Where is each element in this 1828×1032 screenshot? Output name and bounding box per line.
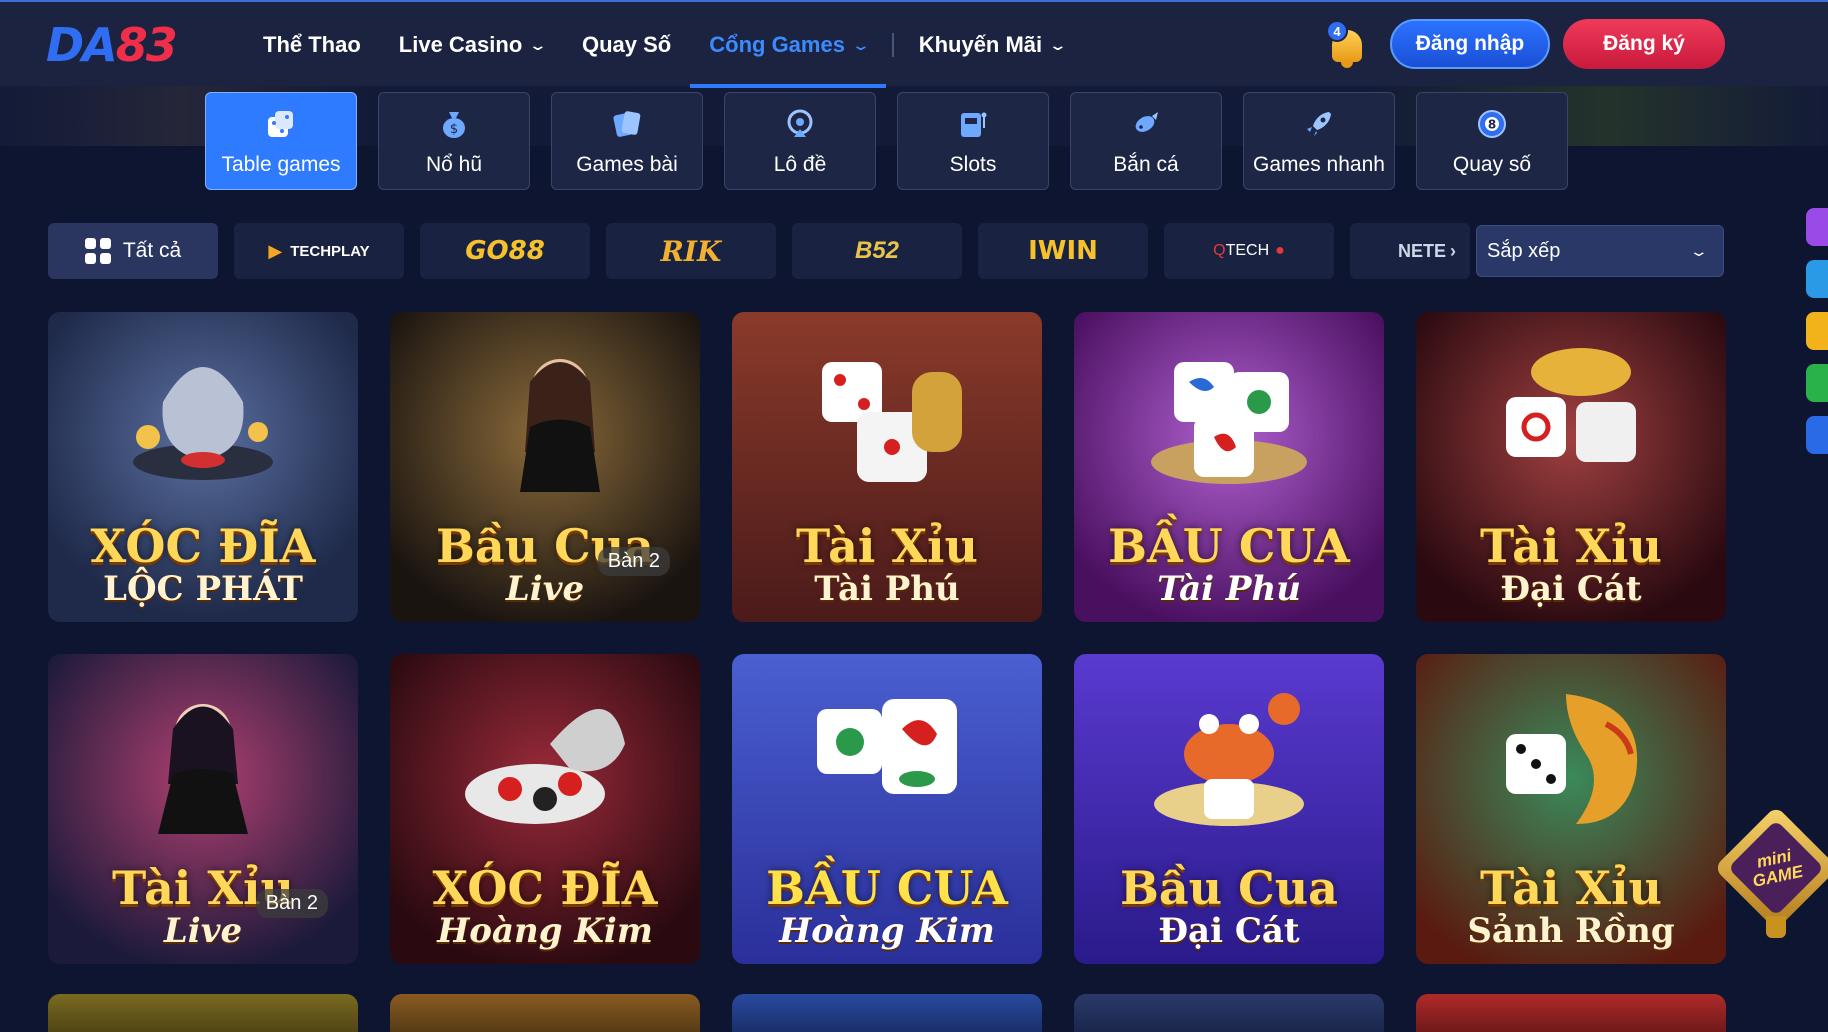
dice-art — [822, 362, 962, 482]
paw-icon: ● — [1275, 242, 1285, 259]
bowl-art — [133, 367, 273, 480]
sort-dropdown[interactable]: Sắp xếp ⌄ — [1476, 225, 1724, 277]
lottery-wheel-icon — [783, 107, 817, 141]
game-card-tai-xiu-tai-phu[interactable]: Tài Xỉu Tài Phú — [732, 312, 1042, 622]
provider-rik[interactable]: RIK — [606, 223, 776, 279]
tab-games-nhanh[interactable]: Games nhanh — [1243, 92, 1395, 190]
dice-bowl-art — [1506, 348, 1636, 462]
provider-go88[interactable]: GO88 — [420, 223, 590, 279]
ball-8-icon: 8 — [1475, 107, 1509, 141]
table-badge: Bàn 2 — [597, 547, 670, 576]
chevron-down-icon: ⌄ — [851, 36, 871, 53]
chevron-down-icon: ⌄ — [1689, 242, 1710, 259]
chevron-down-icon: ⌄ — [1048, 36, 1068, 53]
game-card-partial[interactable] — [1416, 994, 1726, 1032]
game-card-partial[interactable] — [732, 994, 1042, 1032]
game-card-bau-cua-dai-cat[interactable]: Bầu Cua Đại Cát — [1074, 654, 1384, 964]
techplay-logo-icon: ▶ — [268, 240, 283, 261]
nav-the-thao[interactable]: Thể Thao — [244, 2, 380, 88]
next-row-peek — [48, 994, 1726, 1032]
svg-text:8: 8 — [1488, 118, 1496, 132]
dealer-art — [520, 359, 600, 492]
login-button[interactable]: Đăng nhập — [1390, 19, 1550, 69]
notification-bell[interactable]: 4 — [1326, 20, 1370, 68]
animal-dice-art — [1151, 362, 1307, 484]
dice-icon — [264, 107, 298, 141]
game-card-tai-xiu-dai-cat[interactable]: Tài Xỉu Đại Cát — [1416, 312, 1726, 622]
main-nav: Thể Thao Live Casino ⌄ Quay Số Cổng Games… — [244, 2, 1083, 88]
tab-games-bai[interactable]: Games bài — [551, 92, 703, 190]
chevron-down-icon: ⌄ — [528, 36, 548, 53]
rocket-icon — [1302, 107, 1336, 141]
chat-icon[interactable] — [1806, 208, 1828, 246]
nav-live-casino[interactable]: Live Casino ⌄ — [380, 2, 563, 88]
tab-table-games[interactable]: Table games — [205, 92, 357, 190]
top-navbar: DA83 Thể Thao Live Casino ⌄ Quay Số Cổng … — [0, 0, 1828, 88]
support-icon[interactable] — [1806, 312, 1828, 350]
tab-no-hu[interactable]: $ Nổ hũ — [378, 92, 530, 190]
tab-ban-ca[interactable]: Bắn cá — [1070, 92, 1222, 190]
tab-slots[interactable]: Slots — [897, 92, 1049, 190]
provider-techplay[interactable]: ▶ TECHPLAY — [234, 223, 404, 279]
game-card-partial[interactable] — [1074, 994, 1384, 1032]
crab-art — [1154, 693, 1304, 826]
provider-iwin[interactable]: IWIN — [978, 223, 1148, 279]
game-card-tai-xiu-live[interactable]: Tài Xỉu Live Bàn 2 — [48, 654, 358, 964]
game-card-xoc-dia-loc-phat[interactable]: XÓC ĐĨA LỘC PHÁT — [48, 312, 358, 622]
game-card-partial[interactable] — [390, 994, 700, 1032]
contact-side-rail — [1806, 208, 1828, 454]
table-badge: Bàn 2 — [255, 889, 328, 918]
provider-filter-bar: Tất cả ▶ TECHPLAY GO88 RIK B52 IWIN Q TECH… — [48, 223, 1470, 279]
game-card-bau-cua-tai-phu[interactable]: BẦU CUA Tài Phú — [1074, 312, 1384, 622]
animal-dice-art — [817, 699, 957, 794]
provider-all[interactable]: Tất cả — [48, 223, 218, 279]
provider-b52[interactable]: B52 — [792, 223, 962, 279]
svg-text:$: $ — [450, 122, 458, 137]
game-card-bau-cua-live[interactable]: Bầu Cua Live Bàn 2 — [390, 312, 700, 622]
bowl-art — [465, 709, 625, 824]
facebook-icon[interactable] — [1806, 416, 1828, 454]
mini-game-button[interactable]: mini GAME — [1713, 805, 1828, 940]
phone-icon[interactable] — [1806, 364, 1828, 402]
nav-quay-so[interactable]: Quay Số — [563, 2, 690, 88]
provider-qtech[interactable]: Q TECH ● — [1164, 223, 1334, 279]
nav-khuyen-mai[interactable]: Khuyến Mãi ⌄ — [900, 2, 1083, 88]
nav-cong-games[interactable]: Cổng Games ⌄ — [690, 2, 887, 88]
slot-machine-icon — [956, 107, 990, 141]
grid-icon — [84, 238, 111, 264]
game-card-tai-xiu-sanh-rong[interactable]: Tài Xỉu Sảnh Rồng — [1416, 654, 1726, 964]
money-bag-icon: $ — [437, 107, 471, 141]
game-card-bau-cua-hoang-kim[interactable]: BẦU CUA Hoàng Kim — [732, 654, 1042, 964]
tab-lo-de[interactable]: Lô đề — [724, 92, 876, 190]
fish-icon — [1129, 107, 1163, 141]
dragon-art — [1506, 694, 1638, 824]
cards-icon — [610, 107, 644, 141]
nav-divider — [891, 33, 894, 57]
register-button[interactable]: Đăng ký — [1563, 19, 1725, 69]
provider-netent[interactable]: NETE › — [1350, 223, 1470, 279]
game-card-xoc-dia-hoang-kim[interactable]: XÓC ĐĨA Hoàng Kim — [390, 654, 700, 964]
dealer-art — [158, 704, 248, 834]
telegram-icon[interactable] — [1806, 260, 1828, 298]
chevron-right-icon: › — [1450, 240, 1457, 261]
game-grid: XÓC ĐĨA LỘC PHÁT Bầu Cua Live Bàn 2 Tài … — [48, 312, 1726, 964]
category-tabs: Table games $ Nổ hũ Games bài Lô đề Slot… — [205, 92, 1568, 190]
tab-quay-so[interactable]: 8 Quay số — [1416, 92, 1568, 190]
logo[interactable]: DA83 — [46, 22, 178, 68]
game-card-partial[interactable] — [48, 994, 358, 1032]
notification-count-badge: 4 — [1326, 20, 1348, 42]
